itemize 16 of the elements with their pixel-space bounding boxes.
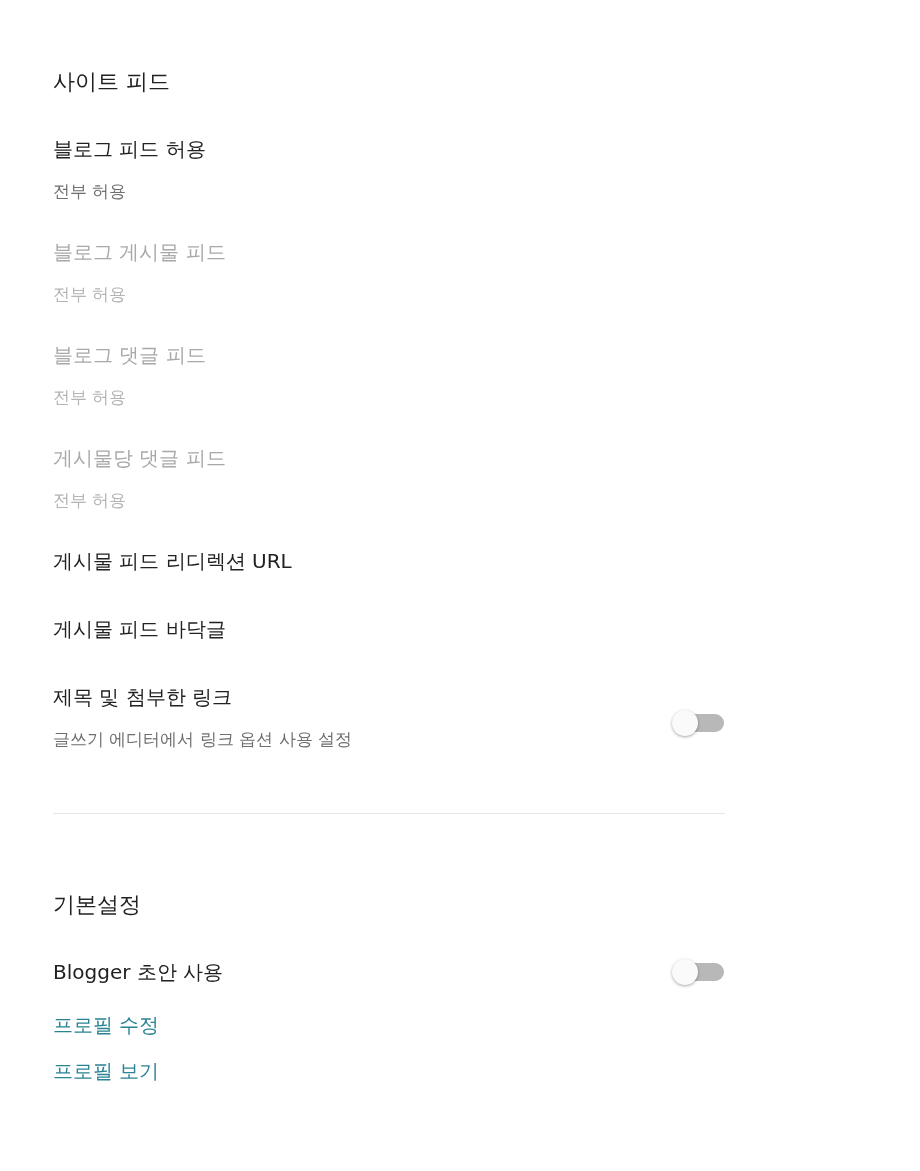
setting-label[interactable]: 게시물 피드 리디렉션 URL <box>53 547 292 575</box>
section-title: 사이트 피드 <box>53 68 170 96</box>
setting-label[interactable]: 블로그 피드 허용 <box>53 135 206 163</box>
setting-label: 제목 및 첨부한 링크 <box>53 684 233 711</box>
profile-link[interactable]: 프로필 보기 <box>53 1058 160 1084</box>
section-title: 기본설정 <box>53 891 141 919</box>
setting-value: 전부 허용 <box>53 386 127 408</box>
setting-label[interactable]: 게시물 피드 바닥글 <box>53 615 226 643</box>
toggle-switch[interactable] <box>671 958 725 986</box>
setting-label: Blogger 초안 사용 <box>53 959 224 986</box>
profile-link[interactable]: 프로필 수정 <box>53 1012 160 1038</box>
setting-description: 글쓰기 에디터에서 링크 옵션 사용 설정 <box>53 728 353 750</box>
setting-value: 전부 허용 <box>53 283 127 305</box>
setting-value: 전부 허용 <box>53 489 127 511</box>
setting-value: 전부 허용 <box>53 180 127 202</box>
toggle-switch[interactable] <box>671 708 725 737</box>
